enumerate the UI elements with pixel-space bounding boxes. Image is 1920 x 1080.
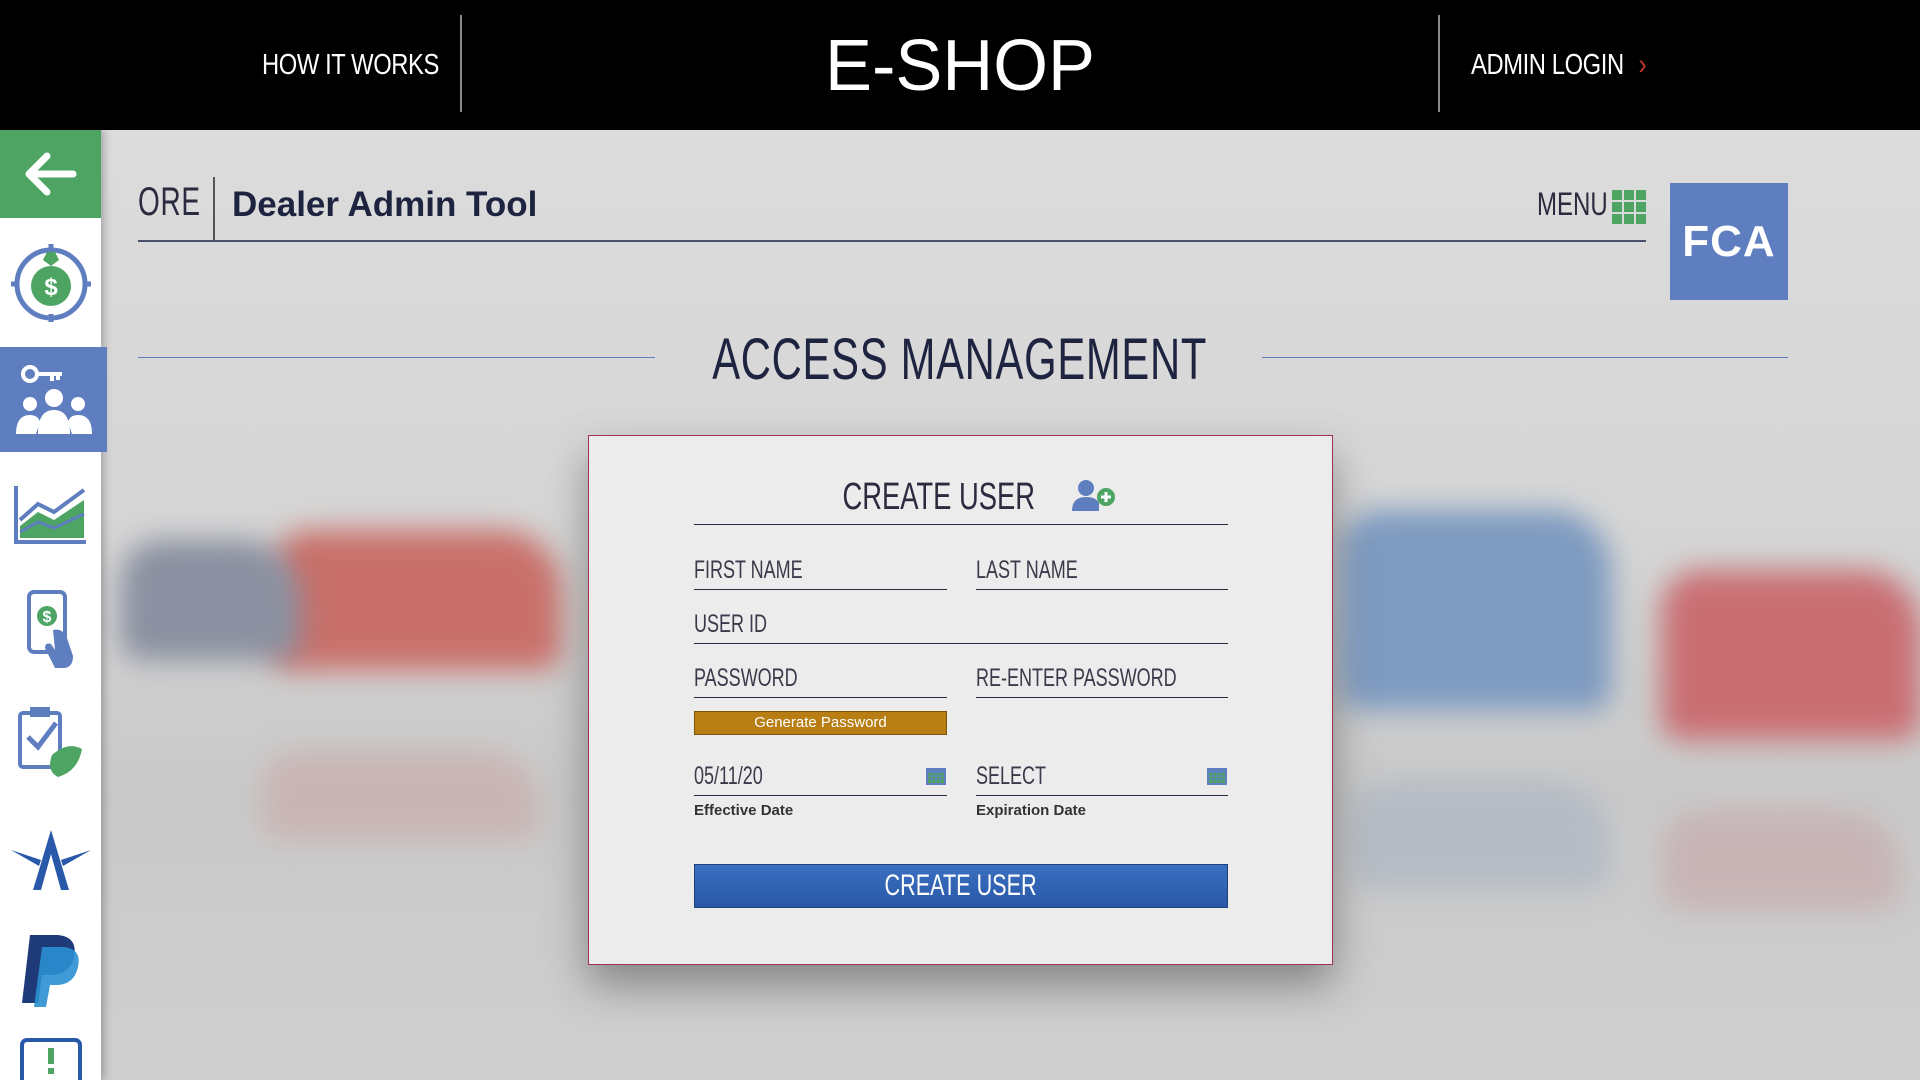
chevron-right-icon: › [1638, 48, 1647, 81]
fca-logo: FCA [1670, 183, 1788, 300]
admin-login-label: ADMIN LOGIN [1471, 48, 1624, 81]
calendar-icon[interactable] [1206, 766, 1228, 786]
effective-date-field[interactable]: 05/11/20 [694, 756, 947, 796]
alert-icon [19, 1038, 82, 1080]
header-divider [213, 177, 215, 241]
sidebar-item-paypal[interactable] [0, 915, 101, 1025]
grid-menu-icon[interactable] [1612, 190, 1646, 224]
back-arrow-icon [25, 152, 76, 196]
sidebar-item-alerts[interactable] [0, 1030, 101, 1080]
how-it-works-link[interactable]: HOW IT WORKS [262, 0, 439, 130]
top-divider [460, 15, 462, 112]
eshop-logo-text: E-SHOP [825, 28, 1095, 100]
money-bag-target-icon: $ [10, 244, 91, 322]
ore-label: ORE [138, 180, 201, 224]
sidebar-item-incentives[interactable]: $ [0, 230, 101, 330]
top-bar: HOW IT WORKS E-SHOP ADMIN LOGIN › [0, 0, 1920, 130]
svg-text:$: $ [42, 609, 51, 626]
reenter-password-field[interactable]: RE-ENTER PASSWORD [976, 658, 1228, 698]
add-user-icon [1071, 480, 1115, 511]
page-title: Dealer Admin Tool [232, 185, 538, 224]
expiration-date-field[interactable]: SELECT [976, 756, 1228, 796]
sidebar: $ $ [0, 130, 107, 1080]
svg-text:$: $ [44, 274, 58, 301]
area-chart-icon [13, 486, 86, 544]
create-user-button[interactable]: CREATE USER [694, 864, 1228, 908]
sidebar-item-brand[interactable] [0, 805, 101, 915]
effective-date-label: Effective Date [694, 802, 794, 819]
mobile-payment-icon: $ [26, 590, 73, 668]
menu-button[interactable]: MENU [1537, 186, 1608, 223]
first-name-field[interactable]: FIRST NAME [694, 550, 947, 590]
card-title-underline [694, 524, 1228, 525]
generate-password-button[interactable]: Generate Password [694, 711, 947, 735]
user-id-field[interactable]: USER ID [694, 604, 1228, 644]
header-underline [138, 240, 1646, 242]
calendar-icon[interactable] [925, 766, 947, 786]
eshop-logo[interactable]: E-SHOP [825, 28, 1095, 100]
password-field[interactable]: PASSWORD [694, 658, 947, 698]
last-name-field[interactable]: LAST NAME [976, 550, 1228, 590]
clipboard-check-icon [17, 707, 82, 777]
expiration-date-label: Expiration Date [976, 802, 1087, 819]
sidebar-item-reports[interactable] [0, 465, 101, 565]
card-title: CREATE USER [589, 476, 1332, 519]
sidebar-back-button[interactable] [0, 130, 101, 218]
create-user-card: CREATE USER FIRST NAME LAST NAME USER ID… [588, 435, 1333, 965]
top-divider [1438, 15, 1440, 112]
sidebar-item-approvals[interactable] [0, 690, 101, 800]
star-a-logo-icon [10, 830, 91, 890]
paypal-icon [21, 935, 79, 1007]
section-title: ACCESS MANAGEMENT [712, 327, 1208, 392]
sidebar-item-mobile-payments[interactable]: $ [0, 575, 101, 685]
admin-login-link[interactable]: ADMIN LOGIN › [1471, 0, 1647, 130]
